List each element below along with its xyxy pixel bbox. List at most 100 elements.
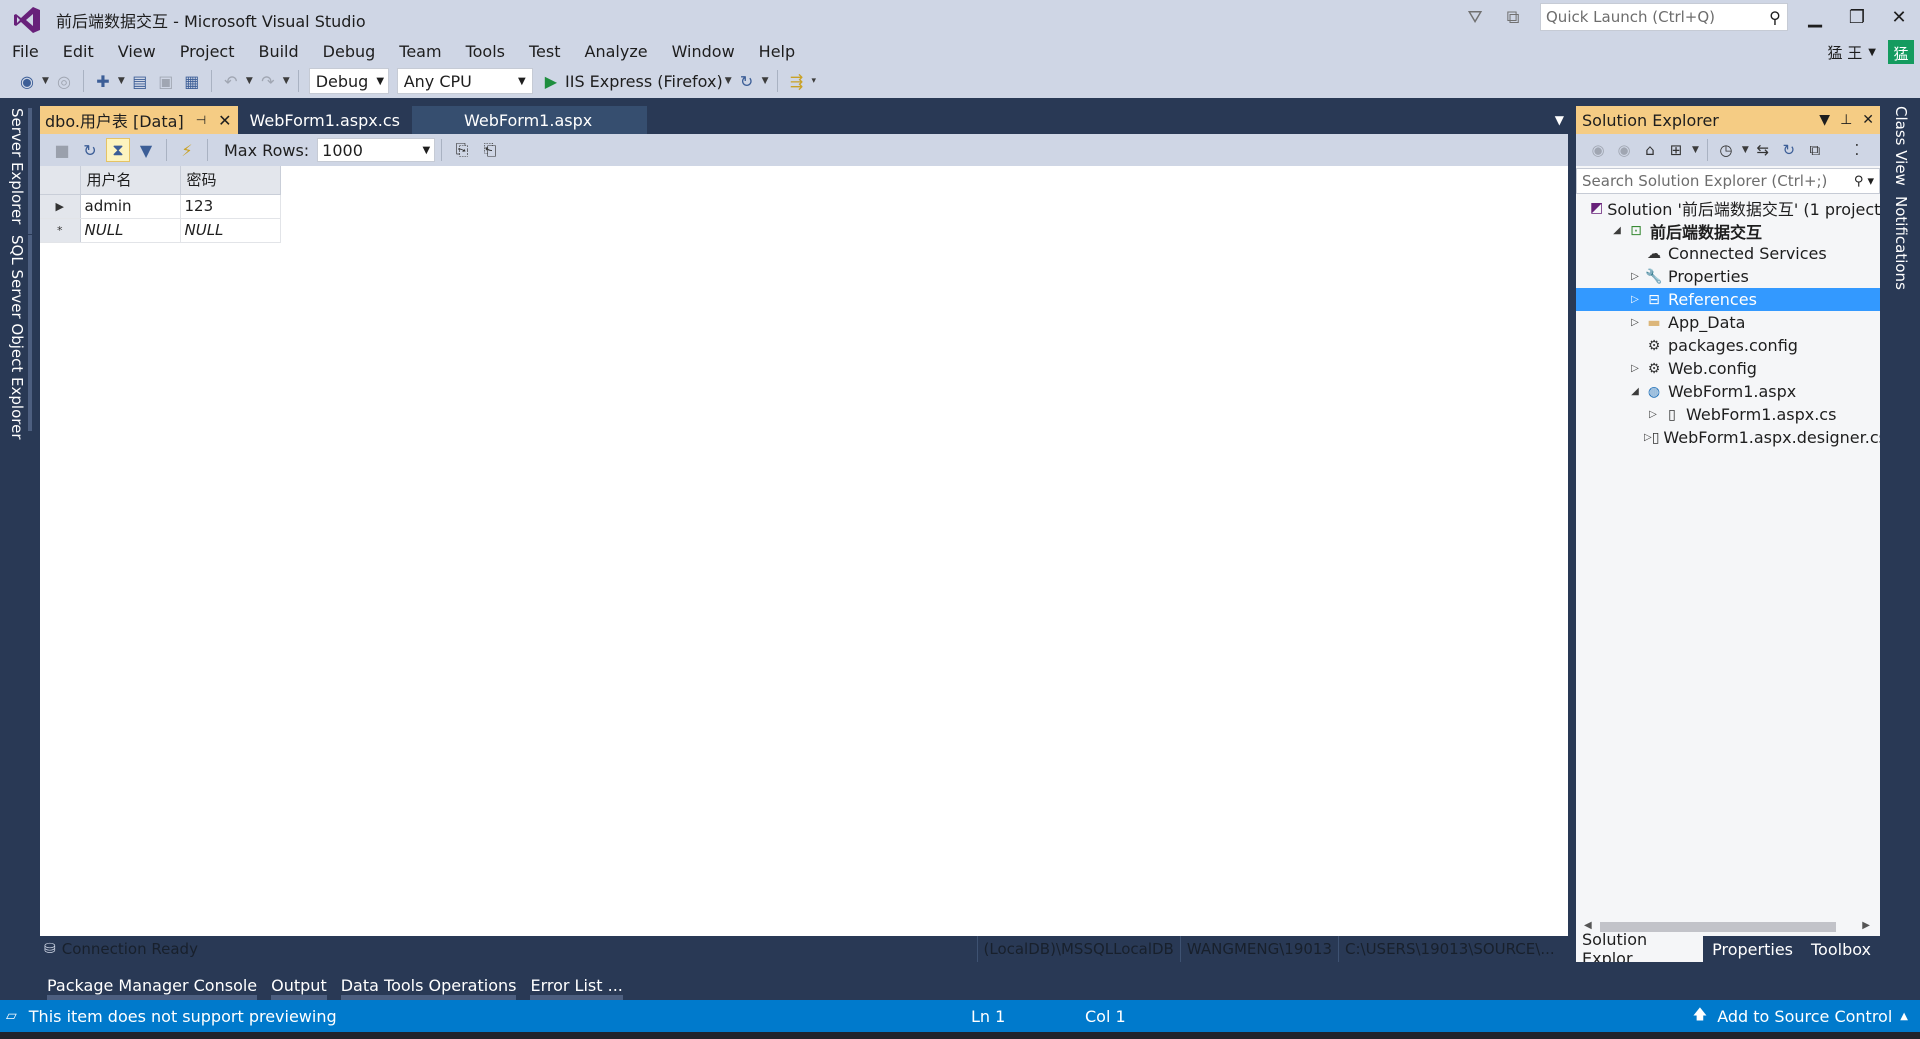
table-row[interactable]: ▶ admin 123	[40, 194, 281, 219]
import-icon[interactable]: ⎗	[478, 138, 502, 162]
navigate-back-icon[interactable]: ◉	[16, 68, 38, 94]
tab-properties[interactable]: Properties	[1703, 936, 1802, 962]
toolbar-overflow-icon[interactable]: ⁚	[1845, 138, 1869, 162]
close-window-button[interactable]: ✕	[1878, 0, 1920, 34]
collapsed-arrow-icon[interactable]: ▷	[1626, 317, 1644, 328]
filter-icon[interactable]: ⛛	[1462, 4, 1488, 30]
tree-item[interactable]: ▷ ⊟ References	[1576, 288, 1880, 311]
tab-data-tools-operations[interactable]: Data Tools Operations	[334, 970, 524, 1000]
menu-help[interactable]: Help	[747, 40, 807, 64]
avatar[interactable]: 猛	[1888, 40, 1914, 66]
menu-tools[interactable]: Tools	[454, 40, 517, 64]
open-file-icon[interactable]: ▤	[129, 68, 151, 94]
menu-test[interactable]: Test	[517, 40, 573, 64]
quick-launch-box[interactable]: ⚲	[1540, 3, 1788, 31]
collapsed-arrow-icon[interactable]: ▷	[1644, 409, 1662, 420]
sort-filter-icon[interactable]: ⧗	[106, 138, 130, 162]
collapsed-arrow-icon[interactable]: ▷	[1626, 363, 1644, 374]
minimize-button[interactable]: ▁	[1794, 0, 1836, 34]
menu-file[interactable]: File	[0, 40, 51, 64]
redo-icon[interactable]: ↷	[257, 68, 279, 94]
chevron-down-icon[interactable]: ▼	[42, 76, 49, 86]
tab-webform1-aspx-cs[interactable]: WebForm1.aspx.cs	[237, 106, 412, 134]
scroll-right-icon[interactable]: ▶	[1862, 920, 1870, 931]
script-icon[interactable]: ⚡	[175, 138, 199, 162]
tab-package-manager-console[interactable]: Package Manager Console	[40, 970, 264, 1000]
collapse-all-icon[interactable]: ⧉	[1803, 138, 1827, 162]
max-rows-select[interactable]: 1000 ▼	[317, 138, 436, 162]
tab-webform1-aspx[interactable]: WebForm1.aspx	[411, 106, 648, 134]
configuration-select[interactable]: Debug ▼	[308, 68, 389, 94]
navigate-forward-icon[interactable]: ◎	[53, 68, 75, 94]
grid-cell[interactable]: NULL	[80, 218, 181, 243]
browser-link-icon[interactable]: ⇶	[786, 68, 808, 94]
chevron-down-icon[interactable]: ▼	[283, 76, 290, 86]
grid-cell[interactable]: admin	[80, 194, 181, 219]
grid-cell[interactable]: NULL	[180, 218, 281, 243]
column-header-password[interactable]: 密码	[180, 166, 281, 195]
pending-changes-filter-icon[interactable]: ◷	[1714, 138, 1738, 162]
row-header-corner[interactable]	[40, 166, 81, 195]
tree-item[interactable]: ☁ Connected Services	[1576, 242, 1880, 265]
tab-toolbox[interactable]: Toolbox	[1802, 936, 1880, 962]
solution-search-input[interactable]	[1577, 172, 1849, 190]
tree-item[interactable]: ▷ ⚙ Web.config	[1576, 357, 1880, 380]
toolbar-overflow-icon[interactable]: ▾	[812, 76, 817, 86]
row-selector[interactable]: ▶	[40, 194, 81, 219]
save-all-icon[interactable]: ▦	[181, 68, 203, 94]
sql-server-object-explorer-tab[interactable]: SQL Server Object Explorer	[8, 235, 26, 440]
menu-analyze[interactable]: Analyze	[573, 40, 660, 64]
menu-debug[interactable]: Debug	[311, 40, 388, 64]
save-icon[interactable]: ▣	[155, 68, 177, 94]
refresh-icon[interactable]: ↻	[1777, 138, 1801, 162]
tab-overflow-icon[interactable]: ▼	[1555, 106, 1564, 134]
class-view-tab[interactable]: Class View	[1892, 106, 1910, 186]
collapsed-arrow-icon[interactable]: ▷	[1644, 432, 1652, 443]
sync-with-active-document-icon[interactable]: ⇆	[1751, 138, 1775, 162]
tab-dbo-user-table-data[interactable]: dbo.用户表 [Data] ⊣ ✕	[40, 106, 238, 134]
export-icon[interactable]: ⎘	[450, 138, 474, 162]
tree-item[interactable]: ⚙ packages.config	[1576, 334, 1880, 357]
refresh-icon[interactable]: ↻	[78, 138, 102, 162]
server-explorer-tab[interactable]: Server Explorer	[8, 108, 26, 224]
menu-window[interactable]: Window	[660, 40, 747, 64]
undo-icon[interactable]: ↶	[220, 68, 242, 94]
restore-button[interactable]: ❐	[1836, 0, 1878, 34]
window-position-icon[interactable]: ▼	[1819, 112, 1830, 128]
menu-edit[interactable]: Edit	[51, 40, 106, 64]
add-to-source-control-button[interactable]: 🡅 Add to Source Control ▲	[1693, 1000, 1908, 1032]
tab-output[interactable]: Output	[264, 970, 334, 1000]
tree-item[interactable]: ▷ ▯ WebForm1.aspx.cs	[1576, 403, 1880, 426]
chevron-down-icon[interactable]: ▼	[1692, 145, 1699, 155]
menu-team[interactable]: Team	[387, 40, 453, 64]
chevron-down-icon[interactable]: ▼	[1742, 145, 1749, 155]
close-icon[interactable]: ✕	[1862, 112, 1874, 128]
tree-item[interactable]: ◢ ◍ WebForm1.aspx	[1576, 380, 1880, 403]
tree-item[interactable]: ▷ 🔧 Properties	[1576, 265, 1880, 288]
refresh-browser-icon[interactable]: ↻	[736, 68, 758, 94]
tree-item[interactable]: ◢ ⊡ 前后端数据交互	[1576, 219, 1880, 242]
column-header-username[interactable]: 用户名	[80, 166, 181, 195]
expanded-arrow-icon[interactable]: ◢	[1626, 386, 1644, 397]
grid-cell[interactable]: 123	[180, 194, 281, 219]
home-icon[interactable]: ⌂	[1638, 138, 1662, 162]
switch-views-icon[interactable]: ⊞	[1664, 138, 1688, 162]
feedback-icon[interactable]: ⧉	[1500, 4, 1526, 30]
table-row-new[interactable]: * NULL NULL	[40, 218, 281, 243]
search-icon[interactable]: ⚲ ▾	[1849, 174, 1879, 189]
chevron-down-icon[interactable]: ▼	[725, 76, 732, 86]
chevron-down-icon[interactable]: ▼	[1868, 47, 1876, 58]
menu-project[interactable]: Project	[168, 40, 247, 64]
tree-item[interactable]: ▷ ▯ WebForm1.aspx.designer.cs	[1576, 426, 1880, 449]
collapsed-arrow-icon[interactable]: ▷	[1626, 271, 1644, 282]
user-name[interactable]: 猛 王	[1828, 42, 1863, 63]
search-icon[interactable]: ⚲	[1763, 8, 1787, 27]
quick-launch-input[interactable]	[1541, 8, 1763, 26]
chevron-down-icon[interactable]: ▼	[762, 76, 769, 86]
chevron-down-icon[interactable]: ▼	[246, 76, 253, 86]
solution-search-box[interactable]: ⚲ ▾	[1576, 168, 1880, 194]
start-debugging-button[interactable]: ▶ IIS Express (Firefox) ▼	[545, 68, 734, 94]
collapsed-arrow-icon[interactable]: ▷	[1626, 294, 1644, 305]
close-icon[interactable]: ✕	[218, 111, 231, 130]
tree-item[interactable]: ◩ Solution '前后端数据交互' (1 project)	[1576, 196, 1880, 219]
